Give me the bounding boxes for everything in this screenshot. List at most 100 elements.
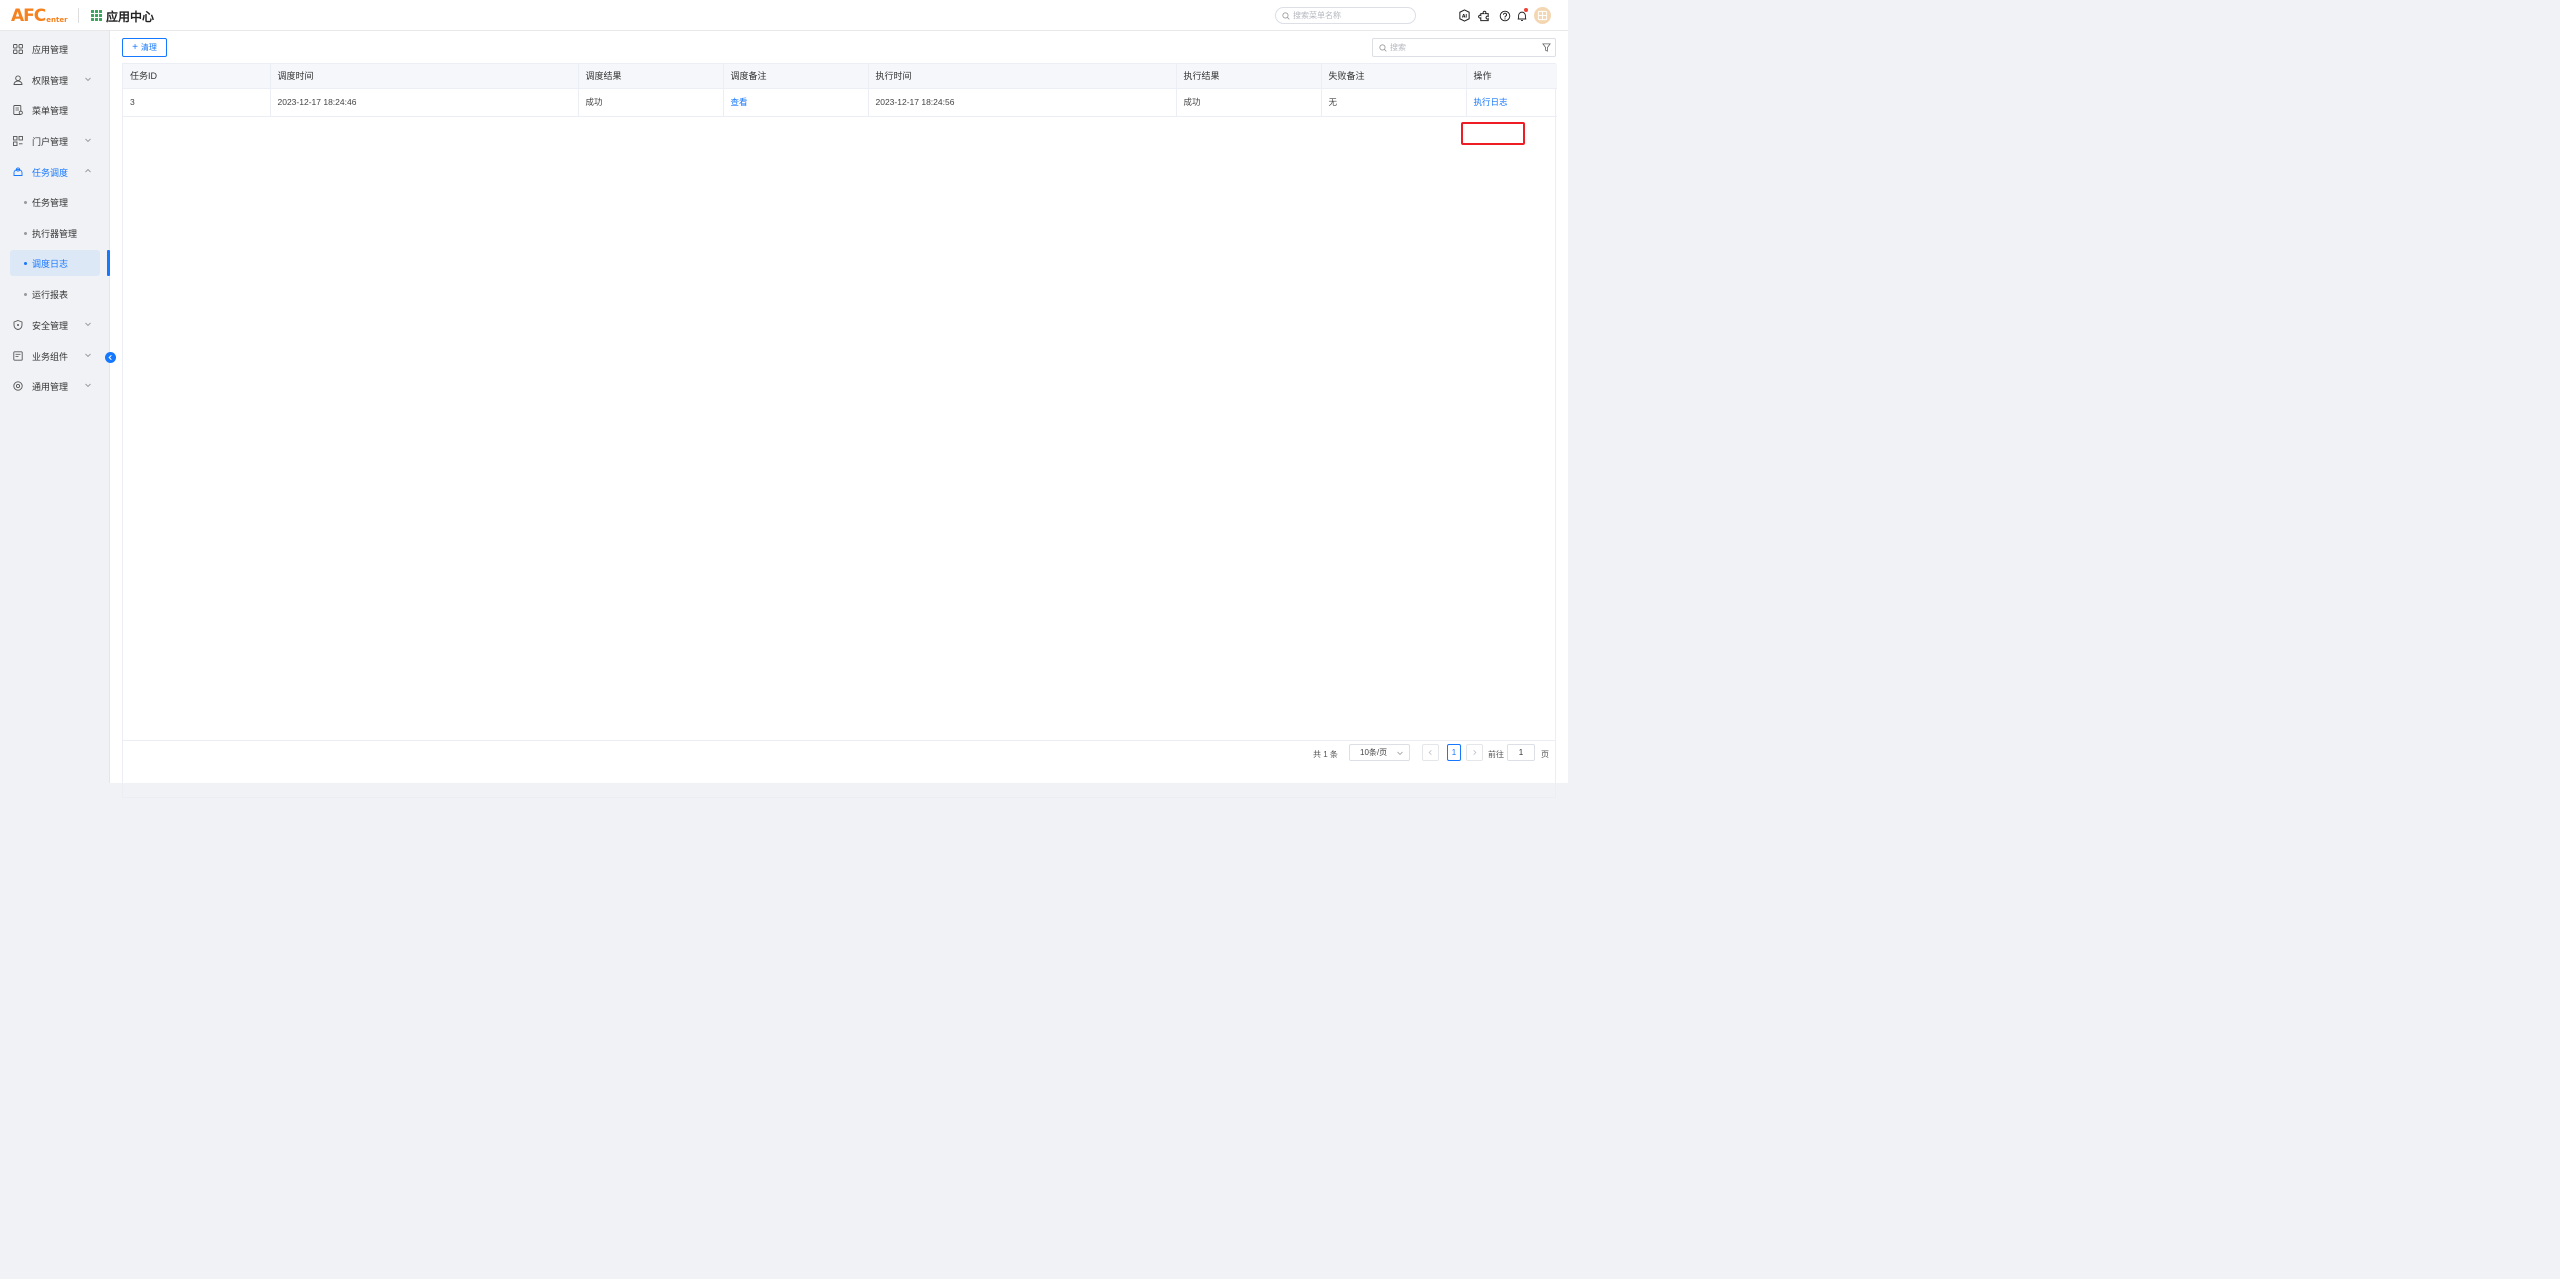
menu-doc-icon <box>13 105 23 115</box>
prev-page-button[interactable] <box>1422 744 1439 761</box>
chevron-down-icon <box>85 383 91 388</box>
column-header[interactable]: 调度备注 <box>723 64 869 89</box>
afc-logo[interactable]: AFC enter <box>11 5 68 25</box>
bullet-dot <box>24 231 27 235</box>
sidebar-item-label: 业务组件 <box>32 351 69 362</box>
sidebar-item-menu-management[interactable]: 菜单管理 <box>10 98 100 122</box>
action-cell: 执行日志 <box>1466 88 1557 117</box>
sidebar-subitem-label: 任务管理 <box>32 197 69 208</box>
exec-log-link[interactable]: 执行日志 <box>1474 97 1508 107</box>
ai-assistant-icon[interactable]: AI <box>1458 9 1471 22</box>
schedule-result-cell: 成功 <box>578 88 724 117</box>
exec-result-cell: 成功 <box>1176 88 1322 117</box>
sidebar-item-general-management[interactable]: 通用管理 <box>10 374 100 398</box>
clean-button[interactable]: + 清理 <box>122 38 167 57</box>
filter-icon[interactable] <box>1542 43 1551 52</box>
chevron-down-icon <box>1397 751 1403 756</box>
user-icon <box>13 75 23 85</box>
column-header[interactable]: 执行时间 <box>868 64 1177 89</box>
search-icon <box>1379 43 1387 52</box>
sidebar-subitem-run-report[interactable]: 运行报表 <box>10 281 100 307</box>
sidebar-item-label: 通用管理 <box>32 381 69 392</box>
chevron-down-icon <box>85 322 91 327</box>
plugin-icon[interactable] <box>1478 9 1491 22</box>
pagination-total: 共 1 条 <box>1313 750 1338 759</box>
table-row: 3 2023-12-17 18:24:46 成功 查看 2023-12-17 1… <box>123 88 1557 117</box>
goto-label: 前往 <box>1488 750 1504 759</box>
sidebar: 应用管理 权限管理 菜单管理 门户管理 任务调度 任务管理 执行器管理 调度日志… <box>0 31 110 783</box>
column-header[interactable]: 调度结果 <box>578 64 724 89</box>
table-search-input[interactable] <box>1390 43 1500 52</box>
chevron-left-icon <box>108 354 112 361</box>
sidebar-item-permission-management[interactable]: 权限管理 <box>10 68 100 92</box>
avatar[interactable] <box>1534 7 1551 24</box>
sidebar-item-label: 权限管理 <box>32 75 69 86</box>
portal-icon <box>13 136 23 146</box>
menu-search-box[interactable] <box>1275 7 1416 24</box>
sidebar-subitem-label: 执行器管理 <box>32 228 78 239</box>
user-avatar-icon <box>1537 10 1548 21</box>
bell-icon[interactable] <box>1515 8 1528 22</box>
sidebar-subitem-executor-management[interactable]: 执行器管理 <box>10 220 100 246</box>
chevron-right-icon <box>1473 750 1477 755</box>
table-search-box[interactable] <box>1372 38 1556 57</box>
table-header-row: 任务ID 调度时间 调度结果 调度备注 执行时间 执行结果 失败备注 操作 <box>123 64 1557 89</box>
plus-icon: + <box>132 41 138 53</box>
column-header[interactable]: 执行结果 <box>1176 64 1322 89</box>
sidebar-item-label: 应用管理 <box>32 44 69 55</box>
sidebar-subitem-task-management[interactable]: 任务管理 <box>10 189 100 215</box>
view-remark-link[interactable]: 查看 <box>731 97 748 107</box>
schedule-log-table: 任务ID 调度时间 调度结果 调度备注 执行时间 执行结果 失败备注 操作 3 … <box>122 63 1557 798</box>
sidebar-item-business-components[interactable]: 业务组件 <box>10 344 100 368</box>
schedule-remark-cell: 查看 <box>723 88 869 117</box>
next-page-button[interactable] <box>1466 744 1483 761</box>
pagination: 共 1 条 10条/页 1 前往 页 <box>122 740 1556 765</box>
chevron-left-icon <box>1428 750 1432 755</box>
goto-page-input[interactable] <box>1507 744 1535 761</box>
help-icon[interactable] <box>1498 9 1511 22</box>
sidebar-item-task-scheduling[interactable]: 任务调度 <box>10 160 100 184</box>
chevron-up-icon <box>85 168 91 173</box>
chevron-down-icon <box>85 353 91 358</box>
fail-remark-cell: 无 <box>1321 88 1467 117</box>
sidebar-subitem-label: 运行报表 <box>32 289 69 300</box>
logo-main-text: AFC <box>11 6 46 26</box>
exec-time-cell: 2023-12-17 18:24:56 <box>868 88 1177 117</box>
grid-icon <box>13 44 23 54</box>
sidebar-collapse-button[interactable] <box>105 352 116 363</box>
top-header: AFC enter 应用中心 AI <box>0 0 1568 31</box>
schedule-time-cell: 2023-12-17 18:24:46 <box>270 88 579 117</box>
main-content: + 清理 任务ID 调度时间 调度结果 调度备注 执行时间 执行结果 失败备注 <box>110 31 1568 798</box>
sidebar-subitem-schedule-log[interactable]: 调度日志 <box>10 250 100 276</box>
svg-text:AI: AI <box>1462 13 1468 19</box>
sidebar-item-portal-management[interactable]: 门户管理 <box>10 129 100 153</box>
bullet-dot <box>24 292 27 296</box>
column-header[interactable]: 任务ID <box>123 64 271 89</box>
page-number-current[interactable]: 1 <box>1447 744 1461 761</box>
column-header[interactable]: 调度时间 <box>270 64 579 89</box>
sidebar-item-label: 门户管理 <box>32 136 69 147</box>
sidebar-item-app-management[interactable]: 应用管理 <box>10 37 100 61</box>
page-size-select[interactable]: 10条/页 <box>1349 744 1410 761</box>
column-header[interactable]: 失败备注 <box>1321 64 1467 89</box>
sidebar-subitem-label: 调度日志 <box>32 258 69 269</box>
sidebar-item-label: 安全管理 <box>32 320 69 331</box>
search-icon <box>1282 11 1290 20</box>
app-grid-icon[interactable] <box>91 10 102 21</box>
sidebar-item-label: 任务调度 <box>32 167 69 178</box>
header-divider <box>78 8 79 23</box>
notification-dot <box>1524 8 1528 12</box>
page-size-value: 10条/页 <box>1360 748 1388 757</box>
chevron-down-icon <box>85 138 91 143</box>
app-title: 应用中心 <box>106 10 155 24</box>
menu-search-input[interactable] <box>1293 11 1403 20</box>
chevron-down-icon <box>85 77 91 82</box>
sidebar-item-label: 菜单管理 <box>32 105 69 116</box>
component-icon <box>13 351 23 361</box>
page-suffix-label: 页 <box>1541 750 1549 759</box>
schedule-icon <box>13 167 23 177</box>
sidebar-item-security-management[interactable]: 安全管理 <box>10 313 100 337</box>
bullet-dot <box>24 200 27 204</box>
column-header: 操作 <box>1466 64 1557 89</box>
task-id-cell: 3 <box>123 88 271 117</box>
